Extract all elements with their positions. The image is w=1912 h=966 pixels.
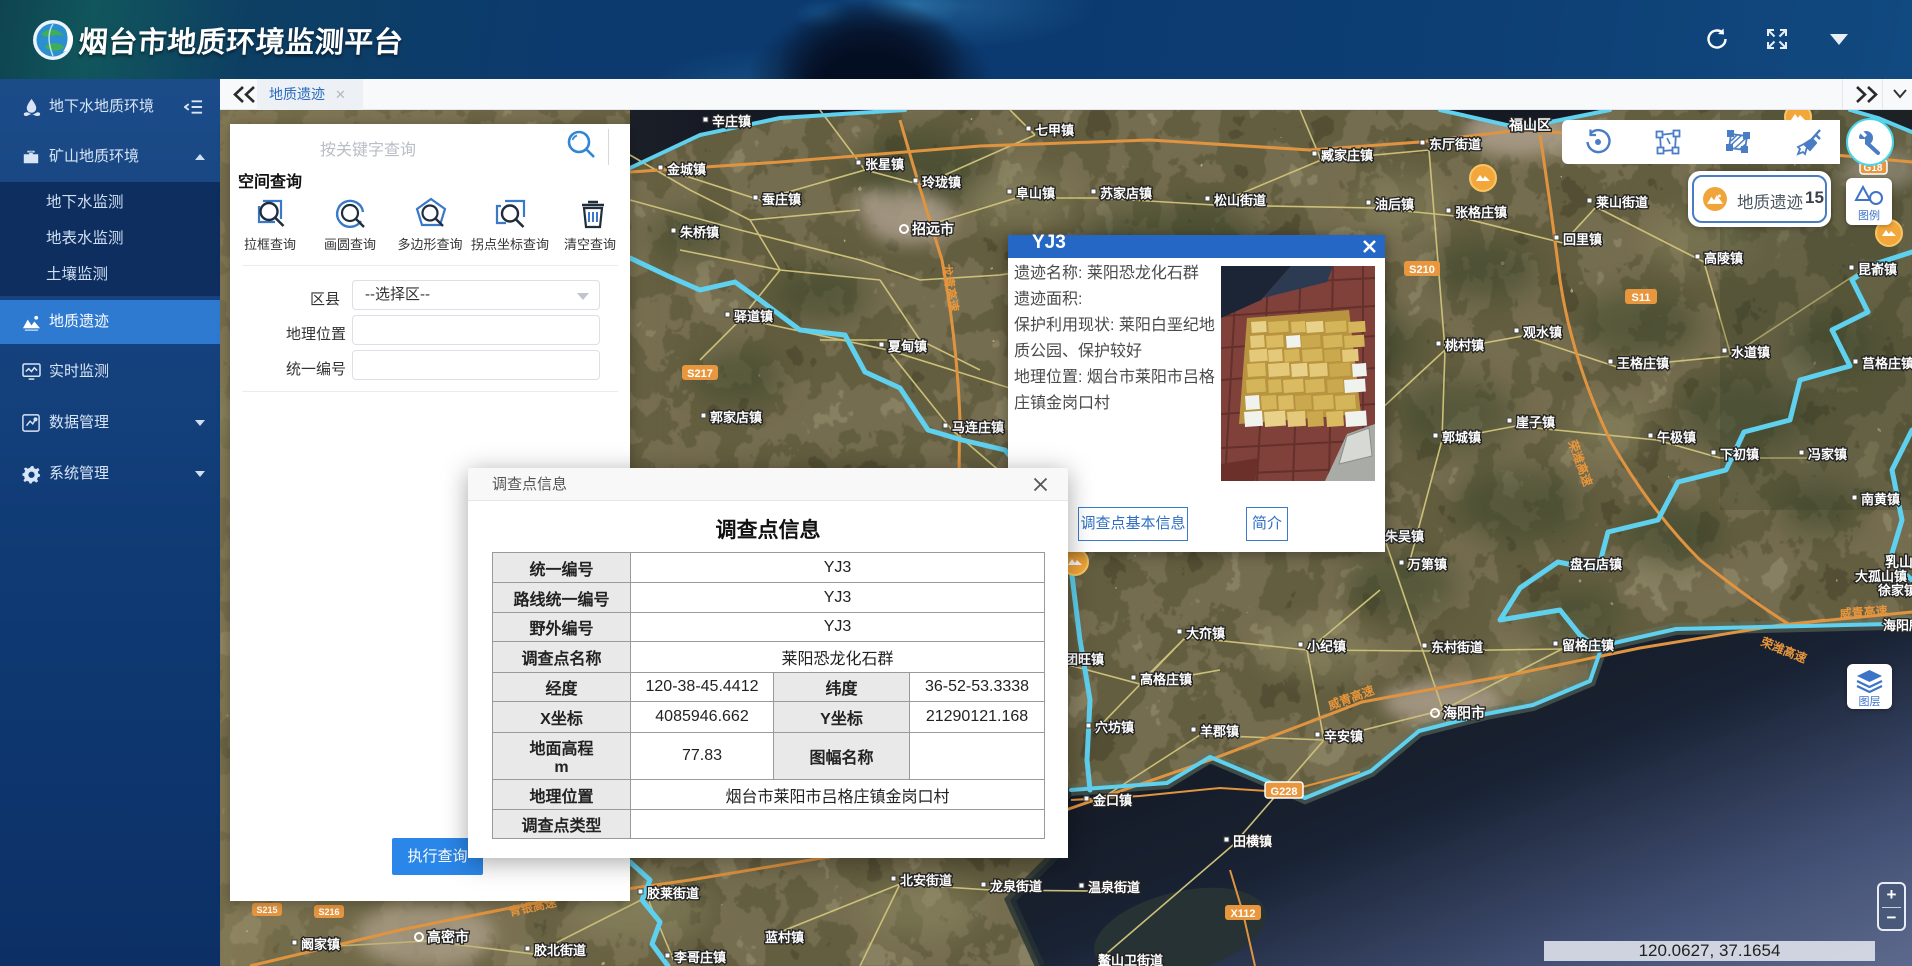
svg-text:回里镇: 回里镇 [1563, 232, 1602, 247]
svg-text:S217: S217 [687, 368, 713, 380]
svg-text:团旺镇: 团旺镇 [1065, 652, 1104, 667]
svg-text:穴坊镇: 穴坊镇 [1095, 720, 1134, 735]
svg-text:南黄镇: 南黄镇 [1861, 492, 1900, 507]
svg-text:东村街道: 东村街道 [1431, 640, 1483, 655]
svg-text:S210: S210 [1409, 264, 1435, 276]
svg-text:小纪镇: 小纪镇 [1307, 639, 1346, 654]
svg-text:高陵镇: 高陵镇 [1704, 251, 1743, 266]
svg-text:张星镇: 张星镇 [865, 157, 904, 172]
svg-text:万第镇: 万第镇 [1407, 557, 1447, 572]
svg-text:油后镇: 油后镇 [1375, 197, 1414, 212]
svg-text:下初镇: 下初镇 [1720, 447, 1759, 462]
svg-text:徐家镇: 徐家镇 [1877, 583, 1912, 598]
svg-text:乳山市: 乳山市 [1885, 554, 1912, 570]
svg-text:G228: G228 [1271, 786, 1298, 798]
svg-text:午极镇: 午极镇 [1657, 430, 1696, 445]
svg-text:苏家店镇: 苏家店镇 [1100, 186, 1152, 201]
svg-text:金口镇: 金口镇 [1092, 793, 1132, 808]
svg-text:S216: S216 [318, 907, 339, 917]
svg-text:羊郡镇: 羊郡镇 [1200, 724, 1239, 739]
svg-text:S11: S11 [1632, 292, 1651, 304]
svg-text:冯家镇: 冯家镇 [1808, 447, 1847, 462]
svg-text:海阳所镇: 海阳所镇 [1883, 618, 1912, 633]
svg-text:马连庄镇: 马连庄镇 [952, 420, 1004, 435]
svg-text:莒格庄镇: 莒格庄镇 [1862, 356, 1912, 371]
svg-text:水道镇: 水道镇 [1731, 345, 1770, 360]
svg-text:金城镇: 金城镇 [666, 162, 706, 177]
svg-text:留格庄镇: 留格庄镇 [1562, 638, 1614, 653]
svg-text:蓝村镇: 蓝村镇 [765, 930, 804, 945]
svg-text:蚕庄镇: 蚕庄镇 [761, 192, 801, 207]
svg-text:X112: X112 [1230, 908, 1255, 920]
svg-text:S215: S215 [256, 905, 277, 915]
svg-text:福山区: 福山区 [1508, 117, 1551, 133]
svg-text:七甲镇: 七甲镇 [1035, 123, 1074, 138]
svg-text:桃村镇: 桃村镇 [1445, 338, 1484, 353]
svg-text:张格庄镇: 张格庄镇 [1455, 205, 1507, 220]
svg-text:高密市: 高密市 [427, 929, 469, 945]
svg-text:郭家店镇: 郭家店镇 [710, 410, 762, 425]
svg-text:阚家镇: 阚家镇 [301, 937, 340, 952]
svg-text:臧家庄镇: 臧家庄镇 [1321, 148, 1373, 163]
svg-text:莱山街道: 莱山街道 [1596, 195, 1648, 210]
svg-text:东厅街道: 东厅街道 [1429, 137, 1481, 152]
svg-text:朱吴镇: 朱吴镇 [1384, 529, 1424, 544]
svg-text:观水镇: 观水镇 [1523, 325, 1562, 340]
svg-text:朱桥镇: 朱桥镇 [679, 225, 719, 240]
svg-text:昆嵛镇: 昆嵛镇 [1858, 262, 1897, 277]
svg-text:松山街道: 松山街道 [1214, 193, 1266, 208]
svg-text:郭城镇: 郭城镇 [1442, 430, 1481, 445]
svg-text:李哥庄镇: 李哥庄镇 [673, 950, 726, 965]
svg-text:盘石店镇: 盘石店镇 [1570, 557, 1622, 572]
svg-text:王格庄镇: 王格庄镇 [1617, 356, 1669, 371]
svg-text:田横镇: 田横镇 [1233, 834, 1272, 849]
svg-text:龙泉街道: 龙泉街道 [990, 879, 1042, 894]
svg-text:辛安镇: 辛安镇 [1324, 729, 1363, 744]
svg-text:北安街道: 北安街道 [900, 873, 952, 888]
svg-text:崖子镇: 崖子镇 [1516, 415, 1555, 430]
svg-text:海阳市: 海阳市 [1443, 705, 1485, 721]
svg-text:阜山镇: 阜山镇 [1016, 186, 1055, 201]
svg-text:大孤山镇: 大孤山镇 [1855, 569, 1907, 584]
svg-text:胶莱街道: 胶莱街道 [647, 886, 699, 901]
svg-text:招远市: 招远市 [912, 221, 954, 237]
svg-text:夏甸镇: 夏甸镇 [887, 339, 927, 354]
svg-text:辛庄镇: 辛庄镇 [712, 114, 751, 129]
svg-text:温泉街道: 温泉街道 [1088, 880, 1140, 895]
svg-text:高格庄镇: 高格庄镇 [1140, 672, 1192, 687]
svg-text:胶北街道: 胶北街道 [534, 943, 586, 958]
svg-text:驿道镇: 驿道镇 [734, 309, 773, 324]
svg-text:鳌山卫街道: 鳌山卫街道 [1098, 953, 1163, 966]
svg-text:大夼镇: 大夼镇 [1186, 626, 1225, 641]
svg-text:玲珑镇: 玲珑镇 [922, 175, 961, 190]
